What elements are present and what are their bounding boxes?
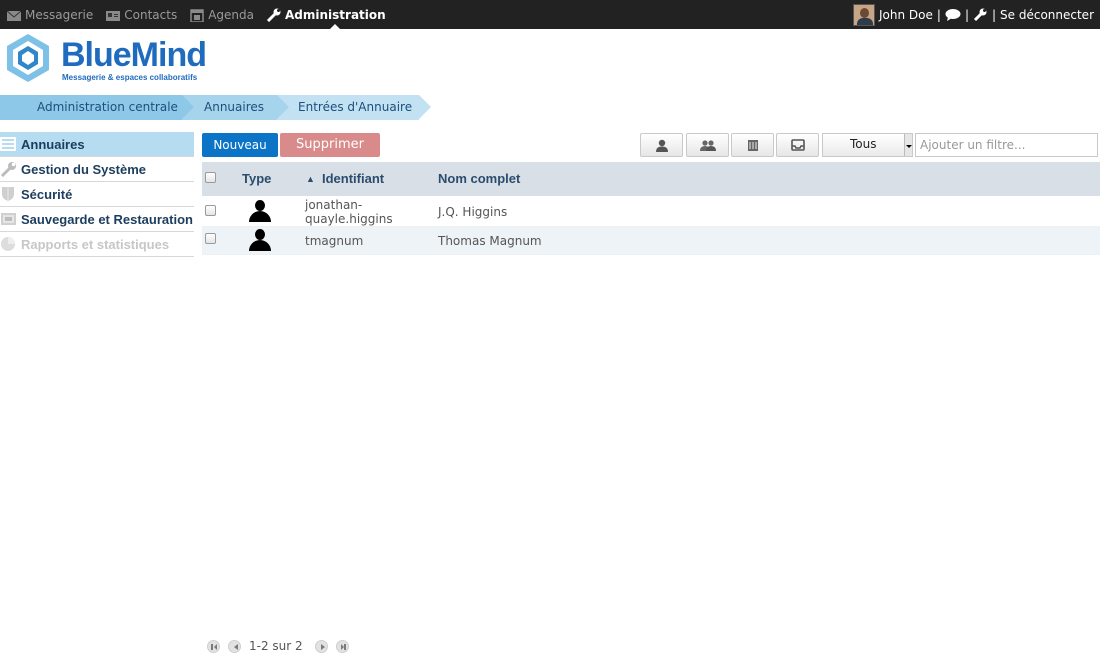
top-bar: Messagerie Contacts Agenda Administratio… xyxy=(0,0,1100,29)
page-range: 1-2 sur 2 xyxy=(249,639,303,653)
sidebar-item-label: Sécurité xyxy=(21,186,73,202)
nav-label: Administration xyxy=(285,7,386,22)
sidebar: Annuaires Gestion du Système Sécurité Sa… xyxy=(0,132,194,257)
reports-icon xyxy=(1,237,15,251)
nav-agenda[interactable]: Agenda xyxy=(189,0,254,29)
separator: | xyxy=(964,7,969,22)
backup-icon xyxy=(1,213,16,225)
wrench-icon xyxy=(266,8,281,22)
app-nav: Messagerie Contacts Agenda Administratio… xyxy=(6,0,398,29)
shield-icon xyxy=(2,187,14,201)
filter-mailboxes-button[interactable] xyxy=(776,133,819,157)
nav-messagerie[interactable]: Messagerie xyxy=(6,0,93,29)
new-button[interactable]: Nouveau xyxy=(202,133,278,157)
resource-filter-icon xyxy=(747,139,758,151)
sidebar-item-annuaires[interactable]: Annuaires xyxy=(0,132,194,157)
table-row[interactable]: tmagnum Thomas Magnum xyxy=(202,227,1100,255)
logout-link[interactable]: Se déconnecter xyxy=(1000,8,1094,22)
user-icon xyxy=(249,200,271,222)
directory-icon xyxy=(0,137,16,151)
directory-table: Type ▲ Identifiant Nom complet jonathan-… xyxy=(202,162,1100,255)
select-all-checkbox[interactable] xyxy=(205,172,216,183)
pager: 1-2 sur 2 xyxy=(207,637,357,655)
avatar[interactable] xyxy=(853,3,876,26)
wrench-icon xyxy=(0,162,16,177)
table-header: Type ▲ Identifiant Nom complet xyxy=(202,162,1100,196)
column-header-identifiant[interactable]: Identifiant xyxy=(322,171,384,186)
delete-button[interactable]: Supprimer xyxy=(280,133,380,157)
nav-administration[interactable]: Administration xyxy=(266,0,386,29)
column-header-type[interactable]: Type xyxy=(242,171,271,186)
user-name[interactable]: John Doe xyxy=(879,8,933,22)
type-filter-select[interactable]: Tous xyxy=(822,133,913,157)
breadcrumb: Administration centrale Annuaires Entrée… xyxy=(0,95,431,120)
cell-nom-complet: Thomas Magnum xyxy=(438,234,542,248)
filter-input[interactable] xyxy=(915,133,1098,157)
separator: | xyxy=(936,7,941,22)
breadcrumb-item[interactable]: Entrées d'Annuaire xyxy=(277,95,431,120)
next-page-icon[interactable] xyxy=(314,639,328,653)
breadcrumb-item[interactable]: Annuaires xyxy=(182,95,289,120)
wrench-icon[interactable] xyxy=(973,7,988,22)
separator: | xyxy=(991,7,997,22)
mailbox-filter-icon xyxy=(790,139,805,151)
prev-page-icon[interactable] xyxy=(228,639,241,653)
nav-contacts[interactable]: Contacts xyxy=(105,0,177,29)
sidebar-item-sauvegarde[interactable]: Sauvegarde et Restauration xyxy=(0,207,194,232)
chat-icon[interactable] xyxy=(945,8,961,21)
cell-identifiant: jonathan- quayle.higgins xyxy=(305,198,393,226)
filter-users-button[interactable] xyxy=(640,133,683,157)
nav-label: Agenda xyxy=(208,7,254,22)
group-filter-icon xyxy=(699,139,716,151)
contacts-icon xyxy=(106,10,121,21)
sidebar-item-gestion-systeme[interactable]: Gestion du Système xyxy=(0,157,194,182)
user-filter-icon xyxy=(655,139,668,152)
first-page-icon[interactable] xyxy=(207,639,220,653)
user-area: John Doe | | | Se déconnecter xyxy=(853,0,1094,29)
sort-asc-icon: ▲ xyxy=(306,174,315,184)
sidebar-item-label: Sauvegarde et Restauration xyxy=(21,211,193,227)
column-header-nom-complet[interactable]: Nom complet xyxy=(438,171,520,186)
nav-label: Messagerie xyxy=(25,7,94,22)
chevron-down-icon xyxy=(904,134,912,156)
cell-nom-complet: J.Q. Higgins xyxy=(438,205,508,219)
row-checkbox[interactable] xyxy=(205,205,216,216)
table-row[interactable]: jonathan- quayle.higgins J.Q. Higgins xyxy=(202,196,1100,227)
sidebar-item-label: Gestion du Système xyxy=(21,161,146,177)
breadcrumb-item[interactable]: Administration centrale xyxy=(0,95,194,120)
nav-label: Contacts xyxy=(124,7,178,22)
sidebar-item-securite[interactable]: Sécurité xyxy=(0,182,194,207)
filter-groups-button[interactable] xyxy=(686,133,729,157)
mail-icon xyxy=(6,10,22,21)
row-checkbox[interactable] xyxy=(205,233,216,244)
last-page-icon[interactable] xyxy=(335,639,349,653)
logo-tagline: Messagerie & espaces collaboratifs xyxy=(62,73,198,82)
calendar-icon xyxy=(190,8,204,22)
cell-identifiant: tmagnum xyxy=(305,234,364,248)
sidebar-item-label: Rapports et statistiques xyxy=(21,236,170,252)
select-value: Tous xyxy=(850,137,877,151)
logo-hexagon-icon xyxy=(7,34,49,82)
logo-name: BlueMind xyxy=(61,36,207,74)
filter-resources-button[interactable] xyxy=(731,133,774,157)
sidebar-item-label: Annuaires xyxy=(21,136,85,152)
bluemind-logo[interactable]: BlueMind Messagerie & espaces collaborat… xyxy=(3,33,207,85)
user-icon xyxy=(249,229,271,251)
sidebar-item-rapports[interactable]: Rapports et statistiques xyxy=(0,232,194,257)
